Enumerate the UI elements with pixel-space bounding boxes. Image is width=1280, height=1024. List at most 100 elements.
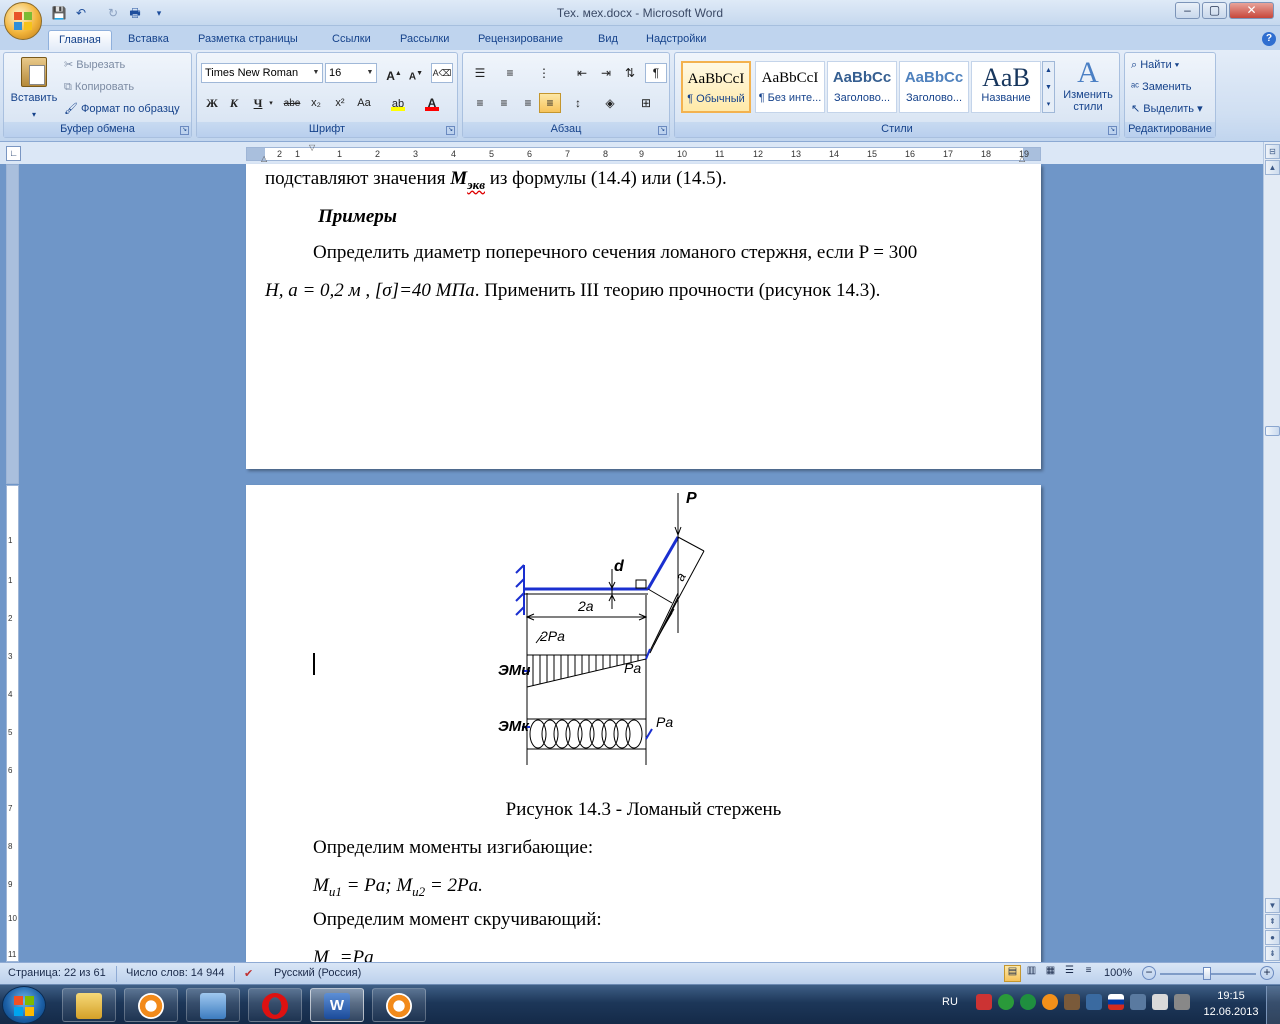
outline-icon[interactable]: ☰ bbox=[1061, 965, 1078, 982]
shrink-font-icon[interactable]: A▼ bbox=[405, 63, 427, 83]
taskbar-word[interactable]: W bbox=[310, 988, 364, 1022]
paste-button[interactable]: Вставить ▾ bbox=[10, 57, 58, 121]
tray-antivirus-icon[interactable] bbox=[976, 994, 992, 1010]
office-button[interactable] bbox=[4, 2, 42, 40]
tab-view[interactable]: Вид bbox=[588, 30, 628, 50]
font-launcher-icon[interactable]: ↘ bbox=[446, 126, 455, 135]
justify-icon[interactable]: ≡ bbox=[539, 93, 561, 113]
zoom-out-icon[interactable]: − bbox=[1142, 966, 1156, 980]
taskbar-network[interactable] bbox=[186, 988, 240, 1022]
maximize-button[interactable]: ▢ bbox=[1202, 2, 1227, 19]
change-case-button[interactable]: Aa bbox=[353, 93, 375, 113]
tab-insert[interactable]: Вставка bbox=[118, 30, 179, 50]
taskbar-mail-agent-2[interactable] bbox=[372, 988, 426, 1022]
zoom-slider-thumb[interactable] bbox=[1203, 967, 1211, 980]
tab-selector-icon[interactable]: ∟ bbox=[6, 146, 21, 161]
clock-time[interactable]: 19:15 bbox=[1200, 990, 1262, 1002]
underline-dropdown-icon[interactable]: ▾ bbox=[265, 93, 277, 113]
print-icon[interactable]: 🖶 bbox=[126, 4, 144, 22]
start-button[interactable] bbox=[2, 986, 46, 1024]
tab-review[interactable]: Рецензирование bbox=[468, 30, 573, 50]
align-left-icon[interactable]: ≡ bbox=[469, 93, 491, 113]
grow-font-icon[interactable]: A▲ bbox=[383, 63, 405, 83]
style-heading-2[interactable]: AaBbCc Заголово... bbox=[899, 61, 969, 113]
strikethrough-button[interactable]: abe bbox=[281, 93, 303, 113]
bold-button[interactable]: Ж bbox=[201, 93, 223, 113]
increase-indent-icon[interactable]: ⇥ bbox=[595, 63, 617, 83]
align-right-icon[interactable]: ≡ bbox=[517, 93, 539, 113]
change-styles-button[interactable]: A Изменить стили bbox=[1059, 57, 1117, 121]
left-indent-icon[interactable]: △ bbox=[261, 154, 267, 163]
style-title[interactable]: AaB Название bbox=[971, 61, 1041, 113]
tab-addins[interactable]: Надстройки bbox=[636, 30, 716, 50]
font-color-icon[interactable]: A bbox=[421, 93, 443, 113]
tab-mailings[interactable]: Рассылки bbox=[390, 30, 459, 50]
draft-icon[interactable]: ≡ bbox=[1080, 965, 1097, 982]
print-layout-icon[interactable]: ▤ bbox=[1004, 965, 1021, 982]
shading-icon[interactable]: ◈ bbox=[599, 93, 621, 113]
zoom-level[interactable]: 100% bbox=[1104, 967, 1132, 979]
document-page[interactable]: P d 2a a 2Pa Pa Pa ЭМи ЭМк Рисунок 14.3 … bbox=[246, 485, 1041, 965]
paragraph-launcher-icon[interactable]: ↘ bbox=[658, 126, 667, 135]
tray-power-icon[interactable] bbox=[1174, 994, 1190, 1010]
copy-button[interactable]: ⧉ Копировать bbox=[64, 77, 134, 97]
first-line-indent-icon[interactable]: ▽ bbox=[309, 143, 315, 152]
language-indicator[interactable]: RU bbox=[942, 996, 958, 1008]
full-screen-reading-icon[interactable]: ▥ bbox=[1023, 965, 1040, 982]
tray-mail-icon[interactable] bbox=[1042, 994, 1058, 1010]
styles-launcher-icon[interactable]: ↘ bbox=[1108, 126, 1117, 135]
taskbar-mail-agent[interactable] bbox=[124, 988, 178, 1022]
taskbar-explorer[interactable] bbox=[62, 988, 116, 1022]
style-heading-1[interactable]: AaBbCc Заголово... bbox=[827, 61, 897, 113]
bullets-icon[interactable]: ☰ bbox=[469, 63, 491, 83]
horizontal-ruler[interactable]: ▽ △ △ 2 1 1 2 3 4 5 6 7 8 9 10 11 12 13 … bbox=[246, 143, 1041, 163]
multilevel-list-icon[interactable]: ⋮ bbox=[533, 63, 555, 83]
italic-button[interactable]: К bbox=[223, 93, 245, 113]
tray-torrent-icon[interactable] bbox=[1020, 994, 1036, 1010]
tray-flag-icon[interactable] bbox=[1108, 994, 1124, 1010]
tray-volume-icon[interactable] bbox=[1086, 994, 1102, 1010]
superscript-button[interactable]: x² bbox=[329, 93, 351, 113]
numbering-icon[interactable]: ≡ bbox=[499, 63, 521, 83]
undo-icon[interactable]: ↶ bbox=[72, 4, 90, 22]
align-center-icon[interactable]: ≡ bbox=[493, 93, 515, 113]
web-layout-icon[interactable]: ▦ bbox=[1042, 965, 1059, 982]
word-count[interactable]: Число слов: 14 944 bbox=[126, 967, 224, 979]
close-button[interactable]: ✕ bbox=[1229, 2, 1274, 19]
show-marks-icon[interactable]: ¶ bbox=[645, 63, 667, 83]
format-painter-button[interactable]: 🖌 Формат по образцу bbox=[64, 99, 180, 119]
prev-page-icon[interactable]: ⇞ bbox=[1265, 914, 1280, 929]
find-button[interactable]: ⌕ Найти ▾ bbox=[1131, 55, 1179, 75]
minimize-button[interactable]: ‒ bbox=[1175, 2, 1200, 19]
select-button[interactable]: ↖ Выделить ▾ bbox=[1131, 99, 1203, 119]
tab-home[interactable]: Главная bbox=[48, 30, 112, 50]
spelling-check-icon[interactable]: ✔ bbox=[244, 967, 253, 980]
decrease-indent-icon[interactable]: ⇤ bbox=[571, 63, 593, 83]
redo-icon[interactable]: ↻ bbox=[104, 4, 122, 22]
scroll-up-icon[interactable]: ▲ bbox=[1265, 160, 1280, 175]
page-count[interactable]: Страница: 22 из 61 bbox=[8, 967, 106, 979]
save-icon[interactable]: 💾 bbox=[50, 4, 68, 22]
taskbar-opera[interactable] bbox=[248, 988, 302, 1022]
highlight-icon[interactable]: ab bbox=[387, 93, 409, 113]
ruler-toggle-icon[interactable]: ⊟ bbox=[1265, 144, 1280, 159]
document-page[interactable]: подставляют значения Mэкв из формулы (14… bbox=[246, 164, 1041, 469]
styles-scroll[interactable]: ▲ ▼ ▾ bbox=[1042, 61, 1055, 113]
tray-action-center-icon[interactable] bbox=[1152, 994, 1168, 1010]
tab-page-layout[interactable]: Разметка страницы bbox=[188, 30, 308, 50]
replace-button[interactable]: ᵃᶜ Заменить bbox=[1131, 77, 1192, 97]
scroll-down-icon[interactable]: ▼ bbox=[1265, 898, 1280, 913]
show-desktop-button[interactable] bbox=[1266, 986, 1280, 1024]
language-status[interactable]: Русский (Россия) bbox=[274, 967, 361, 979]
browse-object-icon[interactable]: ● bbox=[1265, 930, 1280, 945]
tray-app-icon[interactable] bbox=[1064, 994, 1080, 1010]
clock-date[interactable]: 12.06.2013 bbox=[1196, 1006, 1266, 1018]
vertical-ruler[interactable]: 1 1 2 3 4 5 6 7 8 9 10 11 bbox=[6, 485, 19, 962]
tab-references[interactable]: Ссылки bbox=[322, 30, 381, 50]
font-name-combo[interactable]: Times New Roman ▼ bbox=[201, 63, 323, 83]
subscript-button[interactable]: x₂ bbox=[305, 93, 327, 113]
zoom-in-icon[interactable]: + bbox=[1260, 966, 1274, 980]
customize-qat-icon[interactable]: ▾ bbox=[150, 4, 168, 22]
sort-icon[interactable]: ⇅ bbox=[619, 63, 641, 83]
tray-status-icon[interactable] bbox=[998, 994, 1014, 1010]
